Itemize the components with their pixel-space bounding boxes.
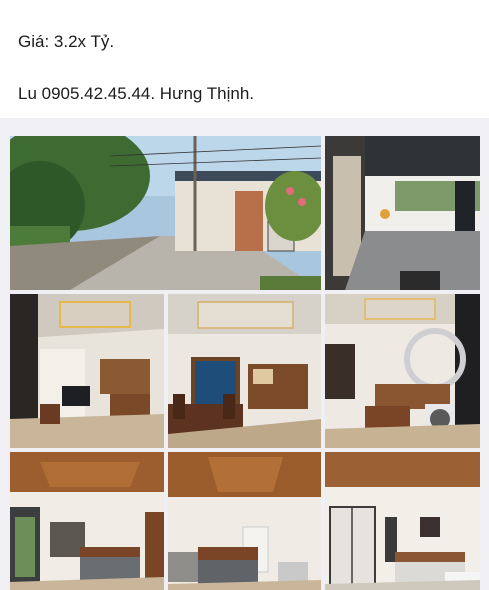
photo-bedroom-1[interactable] bbox=[10, 452, 164, 590]
photo-living-room[interactable] bbox=[10, 294, 164, 448]
photo-dining-room[interactable] bbox=[168, 294, 321, 448]
contact-text: Lu 0905.42.45.44. Hưng Thịnh. bbox=[18, 84, 255, 103]
photo-bedroom-2[interactable] bbox=[168, 452, 321, 590]
photo-garage-hall[interactable] bbox=[325, 136, 480, 290]
post-text: Giá: 3.2x Tỷ. Lu 0905.42.45.44. Hưng Thị… bbox=[0, 0, 489, 120]
photo-street-view[interactable] bbox=[10, 136, 321, 290]
price-text: Giá: 3.2x Tỷ. bbox=[18, 32, 115, 51]
photo-bedroom-3[interactable] bbox=[325, 452, 480, 590]
photo-sofa-room[interactable] bbox=[325, 294, 480, 448]
photo-gallery bbox=[0, 118, 489, 590]
